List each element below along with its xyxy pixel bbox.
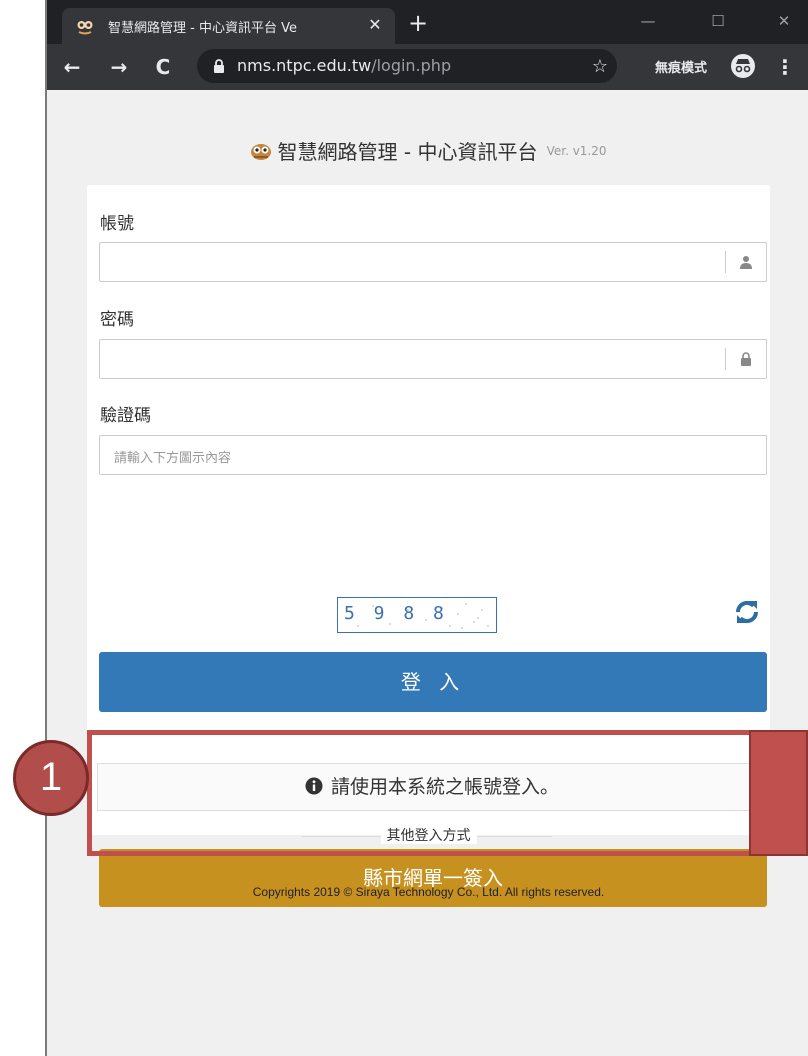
copyright-text: Copyrights 2019 © Siraya Technology Co.,… — [252, 885, 605, 899]
password-label: 密碼 — [100, 310, 134, 330]
browser-window: 智慧網路管理 - 中心資訊平台 Ve ✕ + — ☐ ✕ ← → C nms.n… — [45, 0, 808, 1056]
password-input[interactable] — [99, 339, 767, 379]
forward-button[interactable]: → — [107, 55, 131, 79]
annotation-highlight-box — [87, 730, 759, 856]
back-button[interactable]: ← — [60, 55, 84, 79]
browser-tab[interactable]: 智慧網路管理 - 中心資訊平台 Ve ✕ — [62, 8, 395, 44]
incognito-label: 無痕模式 — [655, 61, 708, 76]
captcha-placeholder: 請輸入下方圖示內容 — [114, 451, 232, 466]
close-window-button[interactable]: ✕ — [771, 8, 797, 34]
tab-strip: 智慧網路管理 - 中心資訊平台 Ve ✕ + — ☐ ✕ — [47, 0, 808, 44]
address-bar[interactable]: nms.ntpc.edu.tw/login.php — [197, 49, 617, 83]
lock-icon — [214, 59, 224, 73]
captcha-input[interactable]: 請輸入下方圖示內容 — [99, 435, 767, 475]
account-addon — [725, 251, 766, 273]
annotation-step-badge: 1 — [13, 740, 89, 816]
account-label: 帳號 — [100, 214, 134, 234]
login-button[interactable]: 登 入 — [99, 652, 767, 712]
captcha-text: 5 9 8 8 — [344, 603, 448, 624]
captcha-image: 5 9 8 8 — [337, 597, 497, 633]
minimize-button[interactable]: — — [635, 8, 661, 34]
maximize-button[interactable]: ☐ — [705, 8, 731, 34]
url-text: nms.ntpc.edu.tw/login.php — [237, 56, 451, 76]
url-host: nms.ntpc.edu.tw — [237, 56, 372, 75]
password-addon — [725, 348, 766, 370]
bookmark-star-icon[interactable]: ☆ — [589, 56, 611, 78]
browser-toolbar: ← → C nms.ntpc.edu.tw/login.php ☆ 無痕模式 ⋮ — [47, 44, 808, 90]
owl-favicon-icon — [77, 21, 93, 35]
owl-logo-icon — [251, 143, 272, 160]
tab-title: 智慧網路管理 - 中心資訊平台 Ve — [108, 21, 297, 36]
refresh-captcha-icon[interactable] — [732, 597, 762, 627]
site-header: 智慧網路管理 - 中心資訊平台 Ver. v1.20 — [47, 136, 808, 164]
captcha-label: 驗證碼 — [100, 406, 151, 426]
account-input[interactable] — [99, 242, 767, 282]
incognito-icon[interactable] — [730, 53, 756, 79]
version-label: Ver. v1.20 — [546, 143, 607, 158]
browser-menu-button[interactable]: ⋮ — [775, 54, 795, 80]
page-title: 智慧網路管理 - 中心資訊平台 — [277, 140, 538, 164]
tab-close-icon[interactable]: ✕ — [364, 14, 386, 36]
page-content: 智慧網路管理 - 中心資訊平台 Ver. v1.20 帳號 密碼 驗證碼 請輸入… — [47, 90, 808, 1056]
user-icon — [740, 256, 752, 269]
lock-icon — [741, 352, 751, 366]
annotation-side-block — [749, 730, 808, 856]
url-path: /login.php — [371, 56, 452, 75]
reload-button[interactable]: C — [151, 55, 175, 79]
new-tab-button[interactable]: + — [405, 10, 431, 36]
